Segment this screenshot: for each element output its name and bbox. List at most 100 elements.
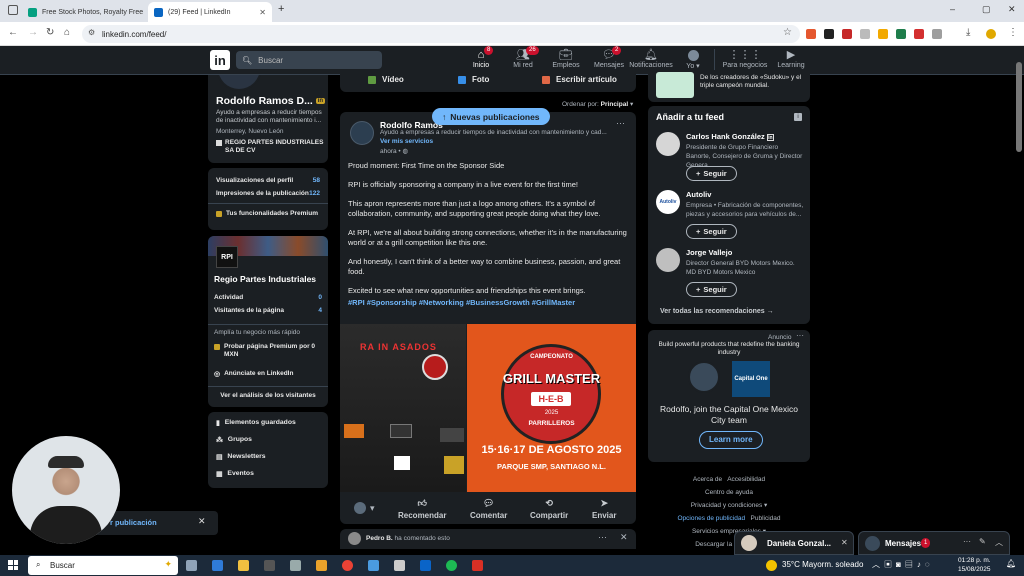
task-view-icon[interactable] xyxy=(186,560,197,571)
page-name[interactable]: Regio Partes Industriales xyxy=(214,274,316,284)
profile-views-row[interactable]: Visualizaciones del perfil 58 xyxy=(216,177,320,184)
post-image-grill-master[interactable]: CAMPEONATO GRILL MASTER H-E-B 2025 PARRI… xyxy=(467,324,636,492)
profile-avatar-icon[interactable] xyxy=(986,29,996,39)
chevron-up-icon[interactable]: ︿ xyxy=(995,537,1003,548)
windows-start-icon[interactable] xyxy=(8,560,18,570)
premium-trial-link[interactable]: Probar página Premium por 0 MXN xyxy=(214,343,322,359)
suggestion-name[interactable]: Jorge Vallejo xyxy=(686,248,732,257)
site-info-icon[interactable]: ⚙ xyxy=(88,28,95,37)
photo-button[interactable]: Foto xyxy=(458,75,489,84)
extension-icon[interactable] xyxy=(878,29,888,39)
events-link[interactable]: ▦ Eventos xyxy=(216,470,320,478)
commenter-avatar[interactable] xyxy=(348,532,361,545)
follow-button[interactable]: + Seguir xyxy=(686,166,737,181)
post-image-apron[interactable]: RA IN ASADOS xyxy=(340,324,466,492)
groups-link[interactable]: ⁂ Grupos xyxy=(216,436,320,444)
react-as-selector[interactable]: ▾ xyxy=(354,502,375,514)
ad-more-icon[interactable]: ··· xyxy=(796,331,804,340)
write-article-button[interactable]: Escribir artículo xyxy=(542,75,617,84)
advertise-link[interactable]: ◎ Anúnciate en LinkedIn xyxy=(214,370,293,378)
search-input[interactable]: 🔍︎ Buscar xyxy=(236,51,382,69)
send-button[interactable]: ➤ Enviar xyxy=(592,498,616,520)
home-browser-icon[interactable]: ⌂ xyxy=(64,27,70,38)
messaging-more-icon[interactable]: ··· xyxy=(963,537,971,546)
minimize-button[interactable]: – xyxy=(950,4,955,14)
nav-inicio[interactable]: ⌂ 8 Inicio xyxy=(458,46,504,72)
post-more-menu-icon[interactable]: ··· xyxy=(616,118,625,128)
notification-bell-icon[interactable]: 🔔︎ xyxy=(1006,559,1016,568)
tab-actions-icon[interactable] xyxy=(8,5,18,15)
app-icon[interactable] xyxy=(368,560,379,571)
address-bar[interactable]: ⚙ linkedin.com/feed/ ☆ xyxy=(82,25,800,43)
app-icon[interactable] xyxy=(316,560,327,571)
page-activity-row[interactable]: Actividad 0 xyxy=(214,294,322,301)
file-explorer-icon[interactable] xyxy=(238,560,249,571)
capital-one-logo[interactable]: Capital One xyxy=(732,361,770,397)
nav-yo[interactable]: Yo ▾ xyxy=(670,48,716,70)
system-tray-icons[interactable]: ︿▣◙▤♪◌ xyxy=(872,559,934,570)
ad-learn-more-button[interactable]: Learn more xyxy=(699,431,763,449)
download-icon[interactable]: ⤓ xyxy=(966,27,970,38)
close-tab-icon[interactable]: ✕ xyxy=(259,8,266,17)
browser-menu-icon[interactable]: ⋮ xyxy=(1008,27,1018,38)
view-services-link[interactable]: Ver mis servicios xyxy=(380,138,433,145)
nav-notificaciones[interactable]: 🔔︎ Notificaciones xyxy=(628,48,674,69)
page-scrollbar[interactable] xyxy=(1016,62,1022,152)
suggestion-name[interactable]: Autoliv xyxy=(686,190,711,199)
extension-icon[interactable] xyxy=(860,29,870,39)
dismiss-icon[interactable]: ✕ xyxy=(620,532,628,543)
visitor-analytics-link[interactable]: Ver el análisis de los visitantes xyxy=(208,392,328,399)
premium-features-link[interactable]: Tus funcionalidades Premium xyxy=(216,210,320,217)
suggestion-name[interactable]: Carlos Hank González in xyxy=(686,132,774,141)
comment-button[interactable]: 💬︎ Comentar xyxy=(470,498,507,520)
more-options-icon[interactable]: ··· xyxy=(598,532,607,542)
post-hashtags[interactable]: #RPI #Sponsorship #Networking #BusinessG… xyxy=(348,298,632,307)
edge-icon[interactable] xyxy=(212,560,223,571)
extension-icon[interactable] xyxy=(806,29,816,39)
video-button[interactable]: Vídeo xyxy=(368,75,404,84)
weather-sun-icon[interactable] xyxy=(766,560,777,571)
profile-company[interactable]: REGIO PARTES INDUSTRIALES SA DE CV xyxy=(216,139,326,155)
suggestion-avatar[interactable] xyxy=(656,248,680,272)
messaging-bar[interactable]: Mensajes 1 ··· ✎ ︿ xyxy=(858,531,1010,555)
page-visitors-row[interactable]: Visitantes de la página 4 xyxy=(214,307,322,314)
bookmark-star-icon[interactable]: ☆ xyxy=(783,27,792,38)
chat-popup-daniela[interactable]: Daniela Gonzal... ✕ xyxy=(734,531,854,555)
post-author-avatar[interactable] xyxy=(350,121,374,145)
nav-empleos[interactable]: 💼︎ Empleos xyxy=(543,48,589,69)
forward-icon[interactable]: → xyxy=(28,27,38,38)
new-tab-button[interactable]: + xyxy=(278,3,284,15)
rpi-logo[interactable]: RPI xyxy=(216,246,238,268)
maximize-button[interactable]: ▢ xyxy=(982,4,991,15)
nav-mensajes[interactable]: 💬︎ 2 Mensajes xyxy=(586,46,632,69)
profile-name[interactable]: Rodolfo Ramos D... in xyxy=(216,95,326,107)
close-chat-icon[interactable]: ✕ xyxy=(841,538,848,547)
app-icon[interactable] xyxy=(290,560,301,571)
extension-icon[interactable] xyxy=(824,29,834,39)
autoliv-logo[interactable]: Autoliv xyxy=(656,190,680,214)
spotify-icon[interactable] xyxy=(446,560,457,571)
extension-icon[interactable] xyxy=(914,29,924,39)
browser-tab-linkedin[interactable]: (29) Feed | LinkedIn ✕ xyxy=(148,2,272,22)
app-icon[interactable] xyxy=(264,560,275,571)
nav-mi-red[interactable]: 👥︎ 26 Mi red xyxy=(500,46,546,69)
follow-button[interactable]: + Seguir xyxy=(686,224,737,239)
share-button[interactable]: ⟲ Compartir xyxy=(530,498,568,520)
see-all-recommendations-link[interactable]: Ver todas las recomendaciones → xyxy=(660,308,774,315)
post-impressions-row[interactable]: Impresiones de la publicación 122 xyxy=(216,190,320,197)
info-icon[interactable]: i xyxy=(794,113,802,121)
reload-icon[interactable]: ↻ xyxy=(46,27,54,38)
nav-learning[interactable]: ▶ Learning xyxy=(768,48,814,69)
extension-icon[interactable] xyxy=(896,29,906,39)
sort-control[interactable]: Ordenar por: Principal ▾ xyxy=(562,100,633,108)
linkedin-logo-icon[interactable]: in xyxy=(210,50,230,70)
taskbar-clock[interactable]: 01:28 p. m. 15/08/2025 xyxy=(958,556,991,574)
close-toast-icon[interactable]: ✕ xyxy=(198,516,206,527)
newsletters-link[interactable]: ▤ Newsletters xyxy=(216,453,320,461)
profile-avatar[interactable] xyxy=(216,75,262,91)
saved-items-link[interactable]: ▮ Elementos guardados xyxy=(216,419,320,427)
close-window-button[interactable]: ✕ xyxy=(1008,4,1016,15)
extension-icon[interactable] xyxy=(842,29,852,39)
back-icon[interactable]: ← xyxy=(8,27,18,38)
chrome-icon[interactable] xyxy=(342,560,353,571)
